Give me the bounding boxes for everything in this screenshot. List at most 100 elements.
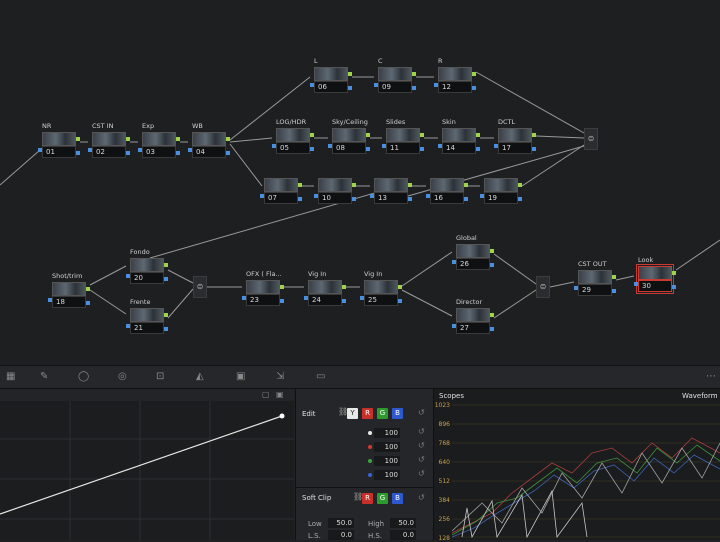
- output-port[interactable]: [490, 249, 494, 253]
- output-port[interactable]: [164, 263, 168, 267]
- key-output-port[interactable]: [464, 197, 468, 201]
- more-icon[interactable]: ⋯: [706, 371, 716, 382]
- output-port[interactable]: [490, 313, 494, 317]
- node-box[interactable]: 18: [48, 282, 90, 308]
- channel-r-button[interactable]: R: [362, 408, 373, 419]
- input-port[interactable]: [434, 83, 438, 87]
- input-port[interactable]: [426, 194, 430, 198]
- g-reset-icon[interactable]: ↺: [418, 455, 425, 464]
- input-port[interactable]: [360, 296, 364, 300]
- node-box[interactable]: 06: [310, 67, 352, 93]
- softclip-b-button[interactable]: B: [392, 493, 403, 504]
- key-output-port[interactable]: [298, 197, 302, 201]
- output-port[interactable]: [612, 275, 616, 279]
- scope-mode-dropdown[interactable]: Waveform: [682, 392, 718, 400]
- key-output-port[interactable]: [176, 151, 180, 155]
- input-port[interactable]: [260, 194, 264, 198]
- mix-mid-icon[interactable]: ⊜: [193, 276, 207, 298]
- key-output-port[interactable]: [226, 151, 230, 155]
- node-box[interactable]: 10: [314, 178, 356, 204]
- 3d-icon[interactable]: ▭: [316, 371, 325, 382]
- node-box[interactable]: 08: [328, 128, 370, 154]
- key-output-port[interactable]: [490, 327, 494, 331]
- output-port[interactable]: [176, 137, 180, 141]
- input-port[interactable]: [38, 148, 42, 152]
- output-port[interactable]: [298, 183, 302, 187]
- sizing-icon[interactable]: ⇲: [276, 371, 284, 382]
- tracker-icon[interactable]: ◎: [118, 371, 127, 382]
- blur-icon[interactable]: ◭: [196, 371, 204, 382]
- edit-reset-icon[interactable]: ↺: [418, 408, 425, 417]
- node-box[interactable]: 11: [382, 128, 424, 154]
- node-box[interactable]: 16: [426, 178, 468, 204]
- key-output-port[interactable]: [352, 197, 356, 201]
- node-box[interactable]: 23: [242, 280, 284, 306]
- input-port[interactable]: [370, 194, 374, 198]
- node-box[interactable]: 21: [126, 308, 168, 334]
- key-output-port[interactable]: [408, 197, 412, 201]
- b-value-input[interactable]: 100: [374, 470, 400, 480]
- key-output-port[interactable]: [476, 147, 480, 151]
- input-port[interactable]: [452, 260, 456, 264]
- input-port[interactable]: [374, 83, 378, 87]
- softclip-g-button[interactable]: G: [377, 493, 388, 504]
- key-output-port[interactable]: [86, 301, 90, 305]
- curves-panel[interactable]: ▢ ▣: [0, 389, 294, 540]
- key-output-port[interactable]: [164, 277, 168, 281]
- output-port[interactable]: [408, 183, 412, 187]
- node-box[interactable]: 07: [260, 178, 302, 204]
- node-box[interactable]: 17: [494, 128, 536, 154]
- softclip-reset-icon[interactable]: ↺: [418, 493, 425, 502]
- input-port[interactable]: [382, 144, 386, 148]
- input-port[interactable]: [188, 148, 192, 152]
- key-output-port[interactable]: [412, 86, 416, 90]
- node-box[interactable]: 03: [138, 132, 180, 158]
- input-port[interactable]: [328, 144, 332, 148]
- output-port[interactable]: [226, 137, 230, 141]
- window-icon[interactable]: ◯: [78, 371, 89, 382]
- key-output-port[interactable]: [398, 299, 402, 303]
- output-port[interactable]: [342, 285, 346, 289]
- output-port[interactable]: [420, 133, 424, 137]
- channel-b-button[interactable]: B: [392, 408, 403, 419]
- node-box[interactable]: 20: [126, 258, 168, 284]
- curve-graph[interactable]: [0, 389, 294, 540]
- output-port[interactable]: [310, 133, 314, 137]
- g-value-input[interactable]: 100: [374, 456, 400, 466]
- input-port[interactable]: [574, 286, 578, 290]
- ls-value-input[interactable]: 0.0: [328, 530, 354, 540]
- low-value-input[interactable]: 50.0: [328, 518, 354, 528]
- output-port[interactable]: [76, 137, 80, 141]
- output-port[interactable]: [86, 287, 90, 291]
- node-box[interactable]: 30: [634, 264, 676, 294]
- input-port[interactable]: [310, 83, 314, 87]
- output-port[interactable]: [476, 133, 480, 137]
- input-port[interactable]: [272, 144, 276, 148]
- key-output-port[interactable]: [280, 299, 284, 303]
- input-port[interactable]: [314, 194, 318, 198]
- key-output-port[interactable]: [490, 263, 494, 267]
- input-port[interactable]: [480, 194, 484, 198]
- node-box[interactable]: 26: [452, 244, 494, 270]
- hs-value-input[interactable]: 0.0: [390, 530, 416, 540]
- high-value-input[interactable]: 50.0: [390, 518, 416, 528]
- y-reset-icon[interactable]: ↺: [418, 427, 425, 436]
- mix-right-icon[interactable]: ⊜: [536, 276, 550, 298]
- node-box[interactable]: 13: [370, 178, 412, 204]
- node-box[interactable]: 02: [88, 132, 130, 158]
- node-box[interactable]: 01: [38, 132, 80, 158]
- node-box[interactable]: 19: [480, 178, 522, 204]
- magic-mask-icon[interactable]: ⊡: [156, 371, 164, 382]
- node-box[interactable]: 27: [452, 308, 494, 334]
- channel-y-button[interactable]: Y: [347, 408, 358, 419]
- output-port[interactable]: [672, 271, 676, 275]
- key-output-port[interactable]: [342, 299, 346, 303]
- node-box[interactable]: 24: [304, 280, 346, 306]
- input-port[interactable]: [48, 298, 52, 302]
- input-port[interactable]: [494, 144, 498, 148]
- key-output-port[interactable]: [164, 327, 168, 331]
- key-output-port[interactable]: [518, 197, 522, 201]
- key-output-port[interactable]: [612, 289, 616, 293]
- key-output-port[interactable]: [348, 86, 352, 90]
- key-output-port[interactable]: [310, 147, 314, 151]
